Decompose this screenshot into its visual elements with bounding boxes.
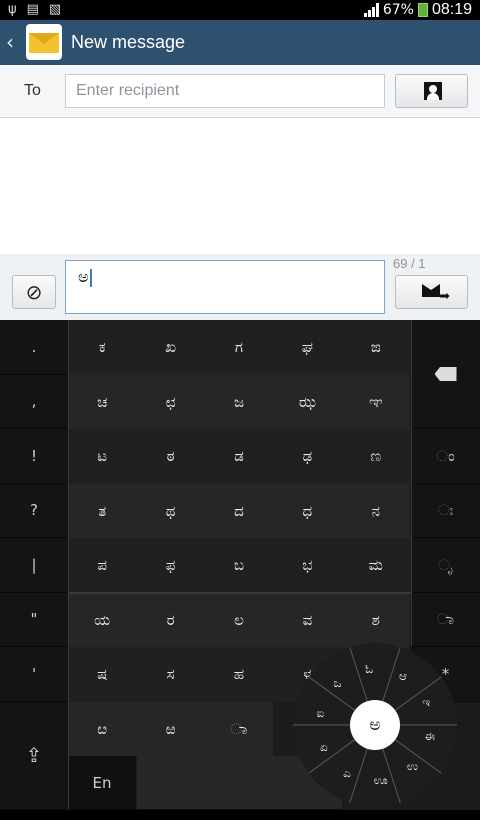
wheel-vowel-key[interactable]: ಒ bbox=[324, 672, 352, 694]
consonant-key[interactable]: ೞ bbox=[68, 701, 137, 756]
consonant-key[interactable]: ಱ bbox=[136, 701, 205, 756]
message-text: ಅ bbox=[78, 267, 89, 286]
status-left-icons: ψ ▤ ▧ bbox=[8, 2, 61, 17]
consonant-key[interactable]: ಜ bbox=[204, 374, 274, 429]
punctuation-key[interactable]: | bbox=[0, 538, 68, 593]
wheel-vowel-key[interactable]: ಏ bbox=[310, 737, 338, 759]
battery-icon bbox=[417, 3, 428, 17]
shift-key[interactable]: ⇪ bbox=[0, 701, 68, 810]
message-thread-area bbox=[0, 118, 480, 254]
wheel-vowel-key[interactable]: ಊ bbox=[367, 770, 395, 792]
consonant-key[interactable]: ಞ bbox=[341, 374, 410, 429]
consonant-key[interactable]: ಡ bbox=[204, 429, 274, 484]
consonant-key[interactable]: ಘ bbox=[273, 320, 342, 375]
to-label: To bbox=[24, 82, 41, 99]
file-icon: ▧ bbox=[48, 2, 62, 17]
punctuation-key[interactable]: , bbox=[0, 374, 68, 429]
send-envelope-icon bbox=[422, 284, 440, 297]
punctuation-key[interactable]: ' bbox=[0, 647, 68, 702]
consonant-key[interactable]: ಟ bbox=[68, 429, 137, 484]
wheel-center-key[interactable]: ಅ bbox=[350, 700, 400, 750]
contact-icon bbox=[424, 82, 442, 100]
key-divider bbox=[411, 320, 412, 646]
modifier-key[interactable]: ಃ bbox=[411, 483, 480, 538]
consonant-key[interactable]: ಪ bbox=[68, 538, 137, 593]
key-divider bbox=[68, 320, 69, 810]
status-bar: ψ ▤ ▧ 67% 08:19 bbox=[0, 0, 480, 20]
send-arrow-icon: ➡ bbox=[439, 289, 450, 304]
consonant-key[interactable]: ಛ bbox=[136, 374, 205, 429]
backspace-key[interactable] bbox=[411, 320, 480, 429]
consonant-key[interactable]: ನ bbox=[341, 483, 410, 538]
wheel-vowel-key[interactable]: ಉ bbox=[398, 756, 426, 778]
keyboard-icon: ▤ bbox=[26, 2, 39, 17]
consonant-key[interactable]: ಕ bbox=[68, 320, 137, 375]
consonant-key[interactable]: ಾ bbox=[204, 701, 274, 756]
consonant-key[interactable]: ಚ bbox=[68, 374, 137, 429]
language-switch-key[interactable]: En bbox=[68, 756, 136, 810]
page-title: New message bbox=[71, 32, 186, 52]
battery-percent: 67% bbox=[382, 2, 414, 18]
consonant-key[interactable]: ಮ bbox=[341, 538, 410, 593]
punctuation-key[interactable]: . bbox=[0, 320, 68, 375]
consonant-key[interactable]: ಯ bbox=[68, 592, 137, 647]
wheel-vowel-key[interactable]: ಈ bbox=[416, 726, 444, 748]
send-button[interactable]: ➡ bbox=[395, 275, 468, 309]
recipient-row: To bbox=[0, 65, 480, 118]
consonant-key[interactable]: ಙ bbox=[341, 320, 410, 375]
consonant-key[interactable]: ಥ bbox=[136, 483, 205, 538]
contacts-button[interactable] bbox=[395, 74, 468, 108]
vowel-wheel-popup: ಆಇಈಉಊಎಏಐಒಓ ಅ bbox=[293, 643, 457, 807]
consonant-key[interactable]: ಲ bbox=[204, 592, 274, 647]
wheel-vowel-key[interactable]: ಎ bbox=[333, 762, 361, 784]
compose-row: ⊘ ಅ 69 / 1 ➡ bbox=[0, 254, 480, 320]
shift-arrow-icon: ⇪ bbox=[25, 743, 43, 768]
recipient-input[interactable] bbox=[65, 74, 385, 108]
consonant-key[interactable]: ಫ bbox=[136, 538, 205, 593]
consonant-key[interactable]: ದ bbox=[204, 483, 274, 538]
messages-app-icon[interactable] bbox=[26, 24, 62, 60]
consonant-key[interactable]: ಝ bbox=[273, 374, 342, 429]
app-bar: ‹ New message bbox=[0, 20, 480, 65]
character-counter: 69 / 1 bbox=[393, 256, 426, 271]
modifier-key[interactable]: ೃ bbox=[411, 538, 480, 593]
consonant-key[interactable]: ಶ bbox=[341, 592, 410, 647]
paperclip-icon: ⊘ bbox=[25, 280, 43, 304]
consonant-key[interactable]: ಣ bbox=[341, 429, 410, 484]
wheel-vowel-key[interactable]: ಇ bbox=[412, 691, 440, 713]
consonant-key[interactable]: ಬ bbox=[204, 538, 274, 593]
consonant-key[interactable]: ಧ bbox=[273, 483, 342, 538]
consonant-key[interactable]: ತ bbox=[68, 483, 137, 538]
consonant-key[interactable]: ರ bbox=[136, 592, 205, 647]
usb-icon: ψ bbox=[8, 2, 17, 17]
consonant-key[interactable]: ಹ bbox=[204, 647, 274, 702]
system-nav-bar bbox=[0, 810, 480, 820]
backspace-icon bbox=[434, 367, 457, 381]
consonant-key[interactable]: ವ bbox=[273, 592, 342, 647]
status-right: 67% 08:19 bbox=[363, 0, 472, 20]
key-divider bbox=[68, 592, 411, 594]
modifier-key[interactable]: ಾ bbox=[411, 592, 480, 647]
modifier-key[interactable]: ಂ bbox=[411, 429, 480, 484]
wheel-vowel-key[interactable]: ಐ bbox=[306, 702, 334, 724]
punctuation-key[interactable]: ? bbox=[0, 483, 68, 538]
consonant-key[interactable]: ಖ bbox=[136, 320, 205, 375]
consonant-key[interactable]: ಷ bbox=[68, 647, 137, 702]
message-input[interactable]: ಅ bbox=[65, 260, 385, 314]
wheel-vowel-key[interactable]: ಓ bbox=[355, 658, 383, 680]
punctuation-key[interactable]: " bbox=[0, 592, 68, 647]
text-caret bbox=[89, 268, 92, 287]
attach-button[interactable]: ⊘ bbox=[12, 275, 56, 309]
clock: 08:19 bbox=[431, 1, 472, 18]
consonant-key[interactable]: ಭ bbox=[273, 538, 342, 593]
signal-icon bbox=[363, 3, 379, 17]
consonant-key[interactable]: ಠ bbox=[136, 429, 205, 484]
consonant-key[interactable]: ಢ bbox=[273, 429, 342, 484]
wheel-vowel-key[interactable]: ಆ bbox=[389, 666, 417, 688]
punctuation-key[interactable]: ! bbox=[0, 429, 68, 484]
consonant-key[interactable]: ಸ bbox=[136, 647, 205, 702]
back-chevron-icon[interactable]: ‹ bbox=[6, 30, 14, 54]
consonant-key[interactable]: ಗ bbox=[204, 320, 274, 375]
